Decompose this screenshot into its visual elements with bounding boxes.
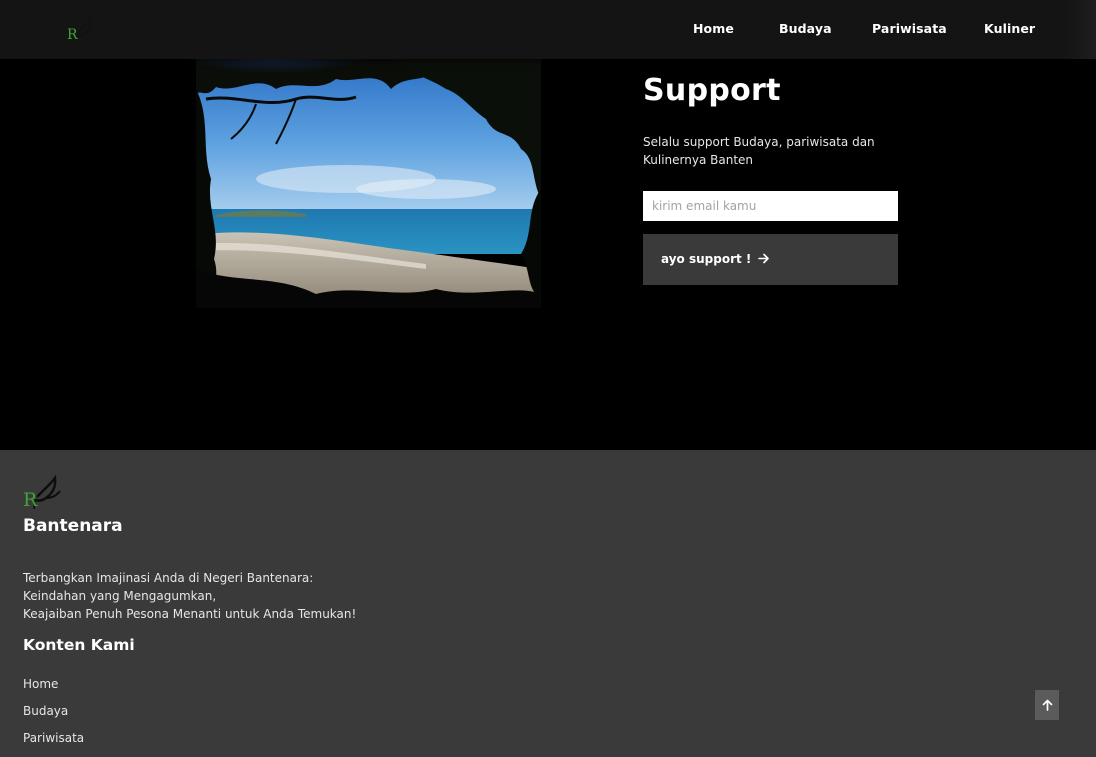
nav-budaya-link[interactable]: Budaya (779, 21, 832, 36)
footer-section-title: Konten Kami (23, 636, 135, 654)
tagline-line: Keindahan yang Mengagumkan, (23, 589, 217, 603)
footer-tagline: Terbangkan Imajinasi Anda di Negeri Bant… (23, 569, 356, 623)
nav-home-link[interactable]: Home (693, 21, 734, 36)
support-title: Support (643, 73, 781, 108)
svg-text:R: R (23, 489, 38, 511)
site-footer: R Bantenara Terbangkan Imajinasi Anda di… (0, 450, 1096, 757)
tagline-line: Terbangkan Imajinasi Anda di Negeri Bant… (23, 571, 314, 585)
footer-links: Home Budaya Pariwisata (23, 676, 84, 757)
footer-link-pariwisata[interactable]: Pariwisata (23, 730, 84, 757)
support-button-label: ayo support ! (661, 251, 752, 266)
tagline-line: Keajaiban Penuh Pesona Menanti untuk And… (23, 607, 357, 621)
scroll-to-top-button[interactable] (1035, 690, 1059, 720)
support-description: Selalu support Budaya, pariwisata dan Ku… (643, 135, 875, 167)
nav-kuliner-link[interactable]: Kuliner (984, 21, 1035, 36)
arrow-up-icon (1042, 699, 1052, 711)
email-input[interactable] (643, 191, 898, 221)
arrow-right-icon (758, 253, 770, 268)
footer-link-budaya[interactable]: Budaya (23, 703, 84, 730)
beach-photo (196, 59, 541, 308)
main-nav: Home Budaya Pariwisata Kuliner (0, 21, 1096, 37)
nav-pariwisata-link[interactable]: Pariwisata (872, 21, 947, 36)
bantenara-logo-icon[interactable]: R (22, 474, 62, 512)
footer-brand-name: Bantenara (23, 516, 123, 536)
footer-link-home[interactable]: Home (23, 676, 84, 703)
support-submit-button[interactable]: ayo support ! (643, 234, 898, 285)
top-navbar: R Home Budaya Pariwisata Kuliner (0, 0, 1096, 59)
